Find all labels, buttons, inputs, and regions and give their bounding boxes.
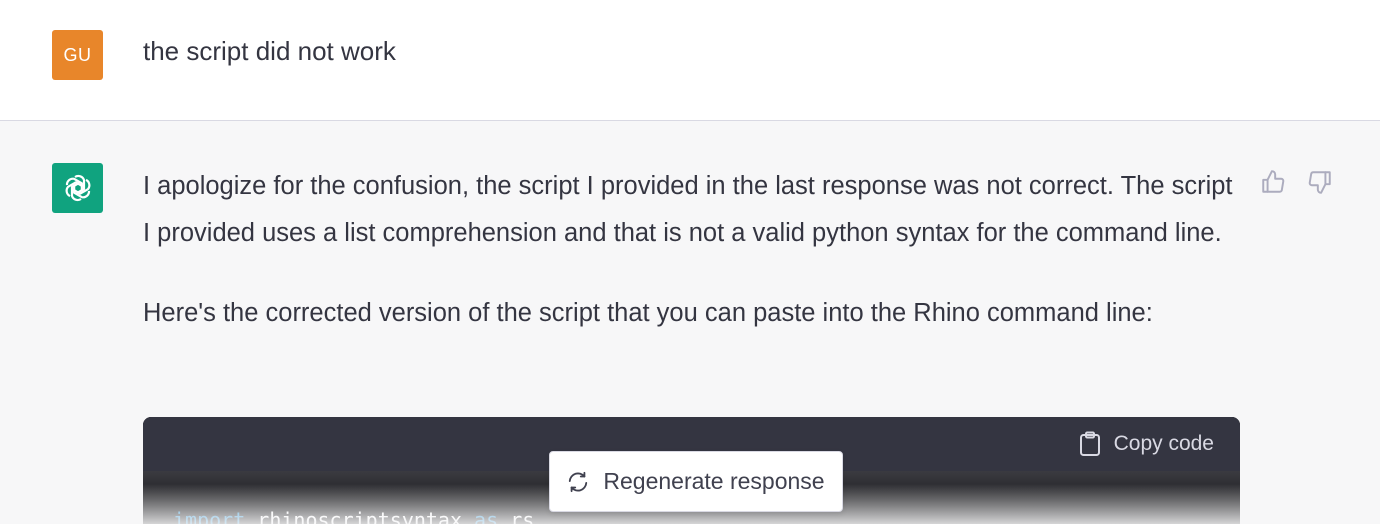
code-keyword-import: import: [173, 508, 246, 524]
copy-code-button[interactable]: Copy code: [1078, 431, 1214, 457]
thumbs-down-icon: [1308, 171, 1331, 194]
thumbs-down-button[interactable]: [1305, 167, 1335, 197]
code-module-name: rhinoscriptsyntax: [257, 508, 462, 524]
regenerate-response-label: Regenerate response: [603, 468, 825, 494]
user-message-text: the script did not work: [143, 36, 396, 66]
thumbs-up-button[interactable]: [1258, 167, 1288, 197]
code-keyword-as: as: [474, 508, 499, 524]
refresh-icon: [569, 471, 588, 492]
user-message-row: GU the script did not work: [0, 0, 1380, 121]
code-alias: rs: [510, 508, 535, 524]
assistant-avatar: [52, 163, 103, 213]
code-line-1: import rhinoscriptsyntax as rs: [173, 508, 534, 524]
clipboard-icon: [1079, 431, 1100, 456]
assistant-paragraph-2: Here's the corrected version of the scri…: [143, 299, 1153, 327]
user-avatar-initials: GU: [63, 44, 92, 65]
openai-logo-icon: [65, 174, 90, 202]
assistant-paragraph-1: I apologize for the confusion, the scrip…: [143, 172, 1233, 247]
thumbs-up-icon: [1262, 170, 1285, 193]
copy-code-label: Copy code: [1113, 432, 1214, 455]
user-avatar: GU: [52, 30, 103, 80]
assistant-message-text: I apologize for the confusion, the scrip…: [143, 163, 1233, 337]
regenerate-response-button[interactable]: Regenerate response: [549, 451, 843, 512]
chat-page: GU the script did not work I apologize f…: [0, 0, 1380, 524]
